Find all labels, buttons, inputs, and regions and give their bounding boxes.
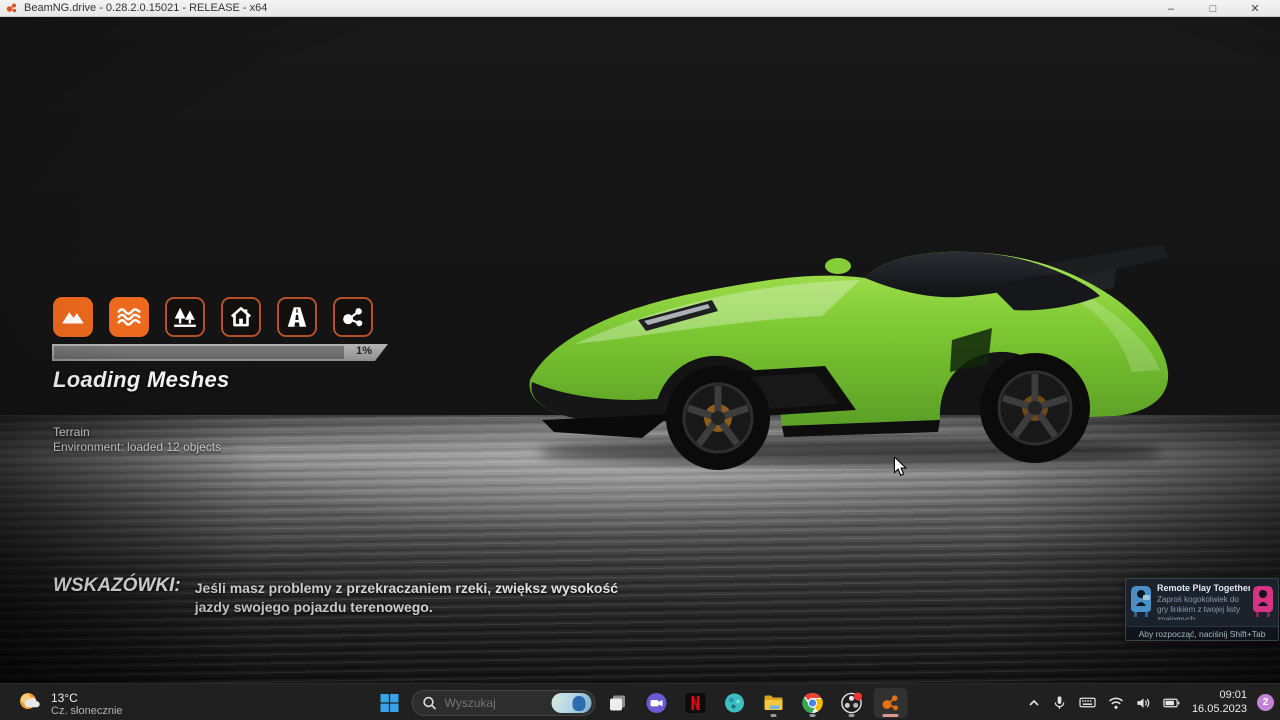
clock-date: 16.05.2023 [1192,703,1247,717]
game-viewport: 1% Loading Meshes Terrain Environment: l… [0,17,1280,683]
task-view-icon [608,693,628,713]
steam-notification-body: Zaproś kogokolwiek do gry linkiem z twoj… [1157,595,1247,620]
window-titlebar[interactable]: BeamNG.drive - 0.28.2.0.15021 - RELEASE … [0,0,1280,17]
tray-touch-keyboard[interactable] [1075,689,1100,717]
weather-widget[interactable]: 13°C Cz. słonecznie [10,688,129,719]
taskbar-search-box[interactable] [412,690,596,716]
focused-indicator [883,714,899,717]
pink-armchair-icon [1250,582,1276,620]
taskbar-app-file-explorer[interactable] [757,688,791,718]
taskbar-app-paint[interactable] [718,688,752,718]
steam-notification-footer: Aby rozpocząć, naciśnij Shift+Tab [1126,626,1278,640]
running-indicator [810,714,816,717]
tray-microphone[interactable] [1048,689,1071,717]
chevron-up-icon [1028,697,1040,709]
video-call-app-icon [646,692,668,714]
tips-text: Jeśli masz problemy z przekraczaniem rze… [195,575,637,617]
search-icon [423,696,437,710]
stage-road-icon [277,297,317,337]
running-indicator [849,714,855,717]
stage-house-icon [221,297,261,337]
steam-remote-play-notification[interactable]: Remote Play Together Zaproś kogokolwiek … [1125,578,1279,641]
loading-progress-bar: 1% [52,344,388,361]
tray-show-hidden-icons[interactable] [1024,689,1044,717]
obs-studio-icon [841,692,863,714]
window-title: BeamNG.drive - 0.28.2.0.15021 - RELEASE … [24,2,267,14]
stage-forest-trees-icon [165,297,205,337]
tray-volume[interactable] [1132,689,1155,717]
partly-sunny-icon [16,690,43,717]
wifi-icon [1108,696,1124,710]
loading-status-line-1: Terrain [53,425,90,439]
screen: BeamNG.drive - 0.28.2.0.15021 - RELEASE … [0,0,1280,720]
start-button[interactable] [373,688,407,718]
tray-wifi[interactable] [1104,689,1128,717]
minimize-button[interactable]: – [1150,0,1192,17]
tips-label: WSKAZÓWKI: [53,575,181,617]
taskbar-app-beamng[interactable] [874,688,908,718]
search-input[interactable] [445,696,544,710]
tips-row: WSKAZÓWKI: Jeśli masz problemy z przekra… [53,575,637,617]
clock-time: 09:01 [1219,689,1247,703]
search-daily-image[interactable] [552,693,592,713]
battery-icon [1163,697,1180,709]
maximize-button[interactable]: □ [1192,0,1234,17]
progress-percent-label: 1% [356,345,372,357]
loading-screen-car-image [520,222,1180,470]
taskbar-app-chrome[interactable] [796,688,830,718]
speaker-icon [1136,696,1151,710]
weather-condition: Cz. słonecznie [51,705,123,717]
keyboard-icon [1079,695,1096,710]
netflix-app-icon [685,692,707,714]
loading-phase-title: Loading Meshes [53,367,230,393]
stage-mountains-icon [53,297,93,337]
progress-track [54,346,344,359]
taskbar-app-obs[interactable] [835,688,869,718]
stage-water-waves-icon [109,297,149,337]
weather-temperature: 13°C [51,691,123,705]
beamng-app-icon [6,2,18,14]
tray-clock[interactable]: 09:01 16.05.2023 [1188,689,1251,717]
running-indicator [771,714,777,717]
windows-logo-icon [380,693,400,713]
blue-armchair-icon [1128,582,1154,620]
loading-status-line-2: Environment: loaded 12 objects [53,440,221,454]
close-button[interactable]: ✕ [1234,0,1276,17]
tray-battery[interactable] [1159,689,1184,717]
taskbar-app-netflix[interactable] [679,688,713,718]
task-view-button[interactable] [601,688,635,718]
chrome-icon [802,692,824,714]
mouse-cursor [893,457,907,477]
loading-stage-icons [53,297,373,337]
beamng-taskbar-icon [880,692,902,714]
steam-notification-title: Remote Play Together [1157,583,1247,593]
stage-object-nodes-icon [333,297,373,337]
microphone-icon [1052,695,1067,710]
windows-taskbar: 13°C Cz. słonecznie [0,683,1280,720]
notification-count-badge[interactable]: 2 [1257,694,1274,711]
file-explorer-icon [763,692,785,714]
paint-app-icon [724,692,746,714]
taskbar-app-video-call[interactable] [640,688,674,718]
